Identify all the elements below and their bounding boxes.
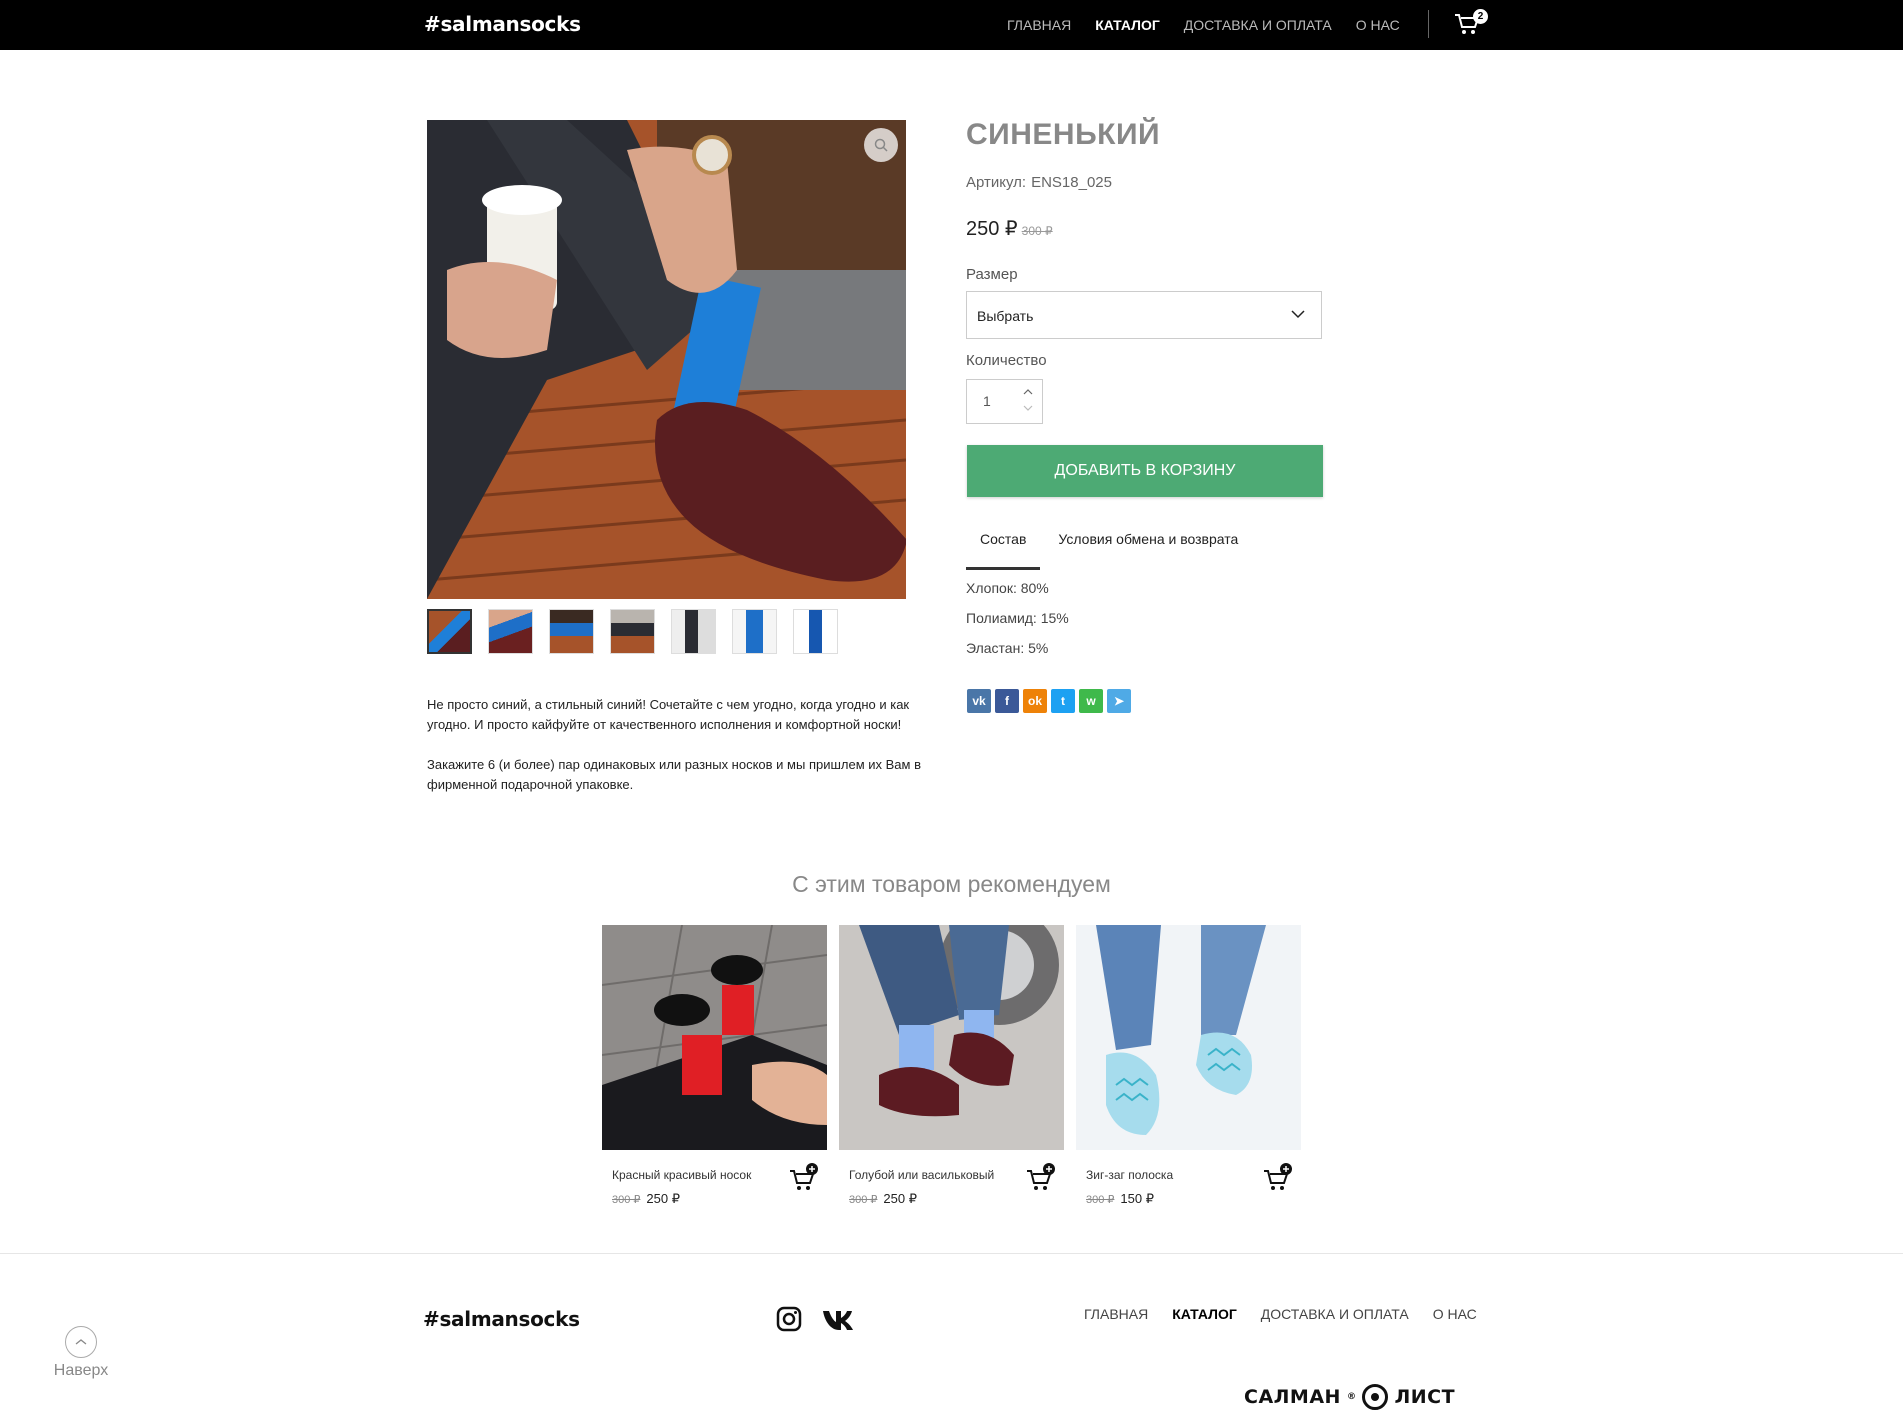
product-description: Не просто синий, а стильный синий! Сочет… [427, 695, 932, 795]
thumbnail-1[interactable] [427, 609, 472, 654]
nav-item-about[interactable]: О НАС [1356, 17, 1400, 33]
chevron-up-icon[interactable] [1022, 387, 1034, 397]
site-logo[interactable]: #salmansocks [424, 12, 581, 36]
thumbnail-3[interactable] [549, 609, 594, 654]
recommended-name[interactable]: Красный красивый носок [612, 1168, 772, 1182]
recommended-image[interactable] [602, 925, 827, 1150]
recommended-price-block: 300 ₽ 250 ₽ [849, 1191, 917, 1207]
add-to-cart-button[interactable]: ДОБАВИТЬ В КОРЗИНУ [967, 445, 1323, 497]
cart-button[interactable]: 2 [1454, 9, 1488, 38]
footer-nav-catalog[interactable]: КАТАЛОГ [1172, 1306, 1237, 1322]
thumbnail-4[interactable] [610, 609, 655, 654]
product-main-image[interactable] [427, 120, 906, 599]
odnoklassniki-icon[interactable]: ok [1023, 689, 1047, 713]
recommended-old-price: 300 ₽ [612, 1194, 641, 1206]
description-paragraph-1: Не просто синий, а стильный синий! Сочет… [427, 697, 910, 732]
nav-item-delivery[interactable]: ДОСТАВКА И ОПЛАТА [1184, 17, 1332, 33]
recommended-price-block: 300 ₽ 250 ₽ [612, 1191, 680, 1207]
chevron-up-icon [65, 1326, 97, 1358]
size-label: Размер [966, 266, 1018, 283]
chevron-down-icon [1291, 310, 1305, 319]
product-old-price: 300 ₽ [1021, 224, 1053, 238]
chevron-down-icon[interactable] [1022, 403, 1034, 413]
footer-logo[interactable]: #salmansocks [423, 1307, 580, 1331]
product-price: 250 ₽ [966, 218, 1018, 240]
facebook-icon[interactable]: f [995, 689, 1019, 713]
recommended-card: Зиг-заг полоска 300 ₽ 150 ₽ [1076, 925, 1301, 1206]
telegram-icon[interactable]: ➤ [1107, 689, 1131, 713]
registered-mark-icon: ® [1346, 1392, 1357, 1402]
zoom-button[interactable] [864, 128, 898, 162]
footer-nav: ГЛАВНАЯ КАТАЛОГ ДОСТАВКА И ОПЛАТА О НАС [1084, 1306, 1477, 1322]
recommended-title: С этим товаром рекомендуем [792, 871, 1111, 897]
description-paragraph-2: Закажите 6 (и более) пар одинаковых или … [427, 757, 921, 792]
size-select-value: Выбрать [977, 308, 1034, 324]
recommended-name[interactable]: Голубой или васильковый [849, 1168, 1009, 1182]
recommended-card: Красный красивый носок 300 ₽ 250 ₽ [602, 925, 827, 1206]
footer-nav-home[interactable]: ГЛАВНАЯ [1084, 1306, 1148, 1322]
footer-divider [0, 1253, 1903, 1254]
product-price-block: 250 ₽300 ₽ [966, 216, 1053, 241]
add-to-cart-icon[interactable] [1026, 1163, 1056, 1193]
tab-exchange-returns[interactable]: Условия обмена и возврата [1040, 528, 1252, 570]
composition-polyamide: Полиамид: 15% [966, 610, 1069, 626]
vk-icon[interactable]: vk [967, 689, 991, 713]
quantity-stepper[interactable]: 1 [966, 379, 1043, 424]
social-share-buttons: vk f ok t w ➤ [967, 689, 1131, 713]
recommended-name[interactable]: Зиг-заг полоска [1086, 1168, 1246, 1182]
thumbnail-5[interactable] [671, 609, 716, 654]
product-tabs: Состав Условия обмена и возврата [966, 528, 1252, 570]
recommended-price: 250 ₽ [646, 1191, 680, 1206]
recommended-old-price: 300 ₽ [849, 1194, 878, 1206]
product-title: СИНЕНЬКИЙ [966, 118, 1161, 151]
recommended-image[interactable] [1076, 925, 1301, 1150]
recommended-price: 250 ₽ [883, 1191, 917, 1206]
cart-count-badge: 2 [1473, 9, 1488, 24]
product-photo [427, 120, 906, 599]
main-nav: ГЛАВНАЯ КАТАЛОГ ДОСТАВКА И ОПЛАТА О НАС [1007, 17, 1400, 33]
footer-nav-about[interactable]: О НАС [1433, 1306, 1477, 1322]
product-sku: Артикул: ENS18_025 [966, 174, 1112, 191]
thumbnail-strip [427, 609, 838, 654]
recommended-card: Голубой или васильковый 300 ₽ 250 ₽ [839, 925, 1064, 1206]
sku-value: ENS18_025 [1031, 174, 1112, 191]
site-header: #salmansocks ГЛАВНАЯ КАТАЛОГ ДОСТАВКА И … [0, 0, 1903, 50]
size-select[interactable]: Выбрать [966, 291, 1322, 339]
thumbnail-7[interactable] [793, 609, 838, 654]
tab-composition[interactable]: Состав [966, 528, 1041, 570]
header-divider [1428, 10, 1429, 38]
vk-icon[interactable] [822, 1308, 856, 1330]
back-to-top-label: Наверх [53, 1362, 109, 1379]
twitter-icon[interactable]: t [1051, 689, 1075, 713]
add-to-cart-icon[interactable] [789, 1163, 819, 1193]
recommended-old-price: 300 ₽ [1086, 1194, 1115, 1206]
back-to-top-button[interactable]: Наверх [48, 1326, 114, 1380]
thumbnail-6[interactable] [732, 609, 777, 654]
brand-left-text: САЛМАН [1244, 1386, 1341, 1408]
magnifier-icon [874, 138, 888, 152]
nav-item-catalog[interactable]: КАТАЛОГ [1095, 17, 1160, 33]
quantity-label: Количество [966, 352, 1047, 369]
composition-cotton: Хлопок: 80% [966, 580, 1049, 596]
footer-nav-delivery[interactable]: ДОСТАВКА И ОПЛАТА [1261, 1306, 1409, 1322]
add-to-cart-icon[interactable] [1263, 1163, 1293, 1193]
instagram-icon[interactable] [776, 1306, 802, 1332]
whatsapp-icon[interactable]: w [1079, 689, 1103, 713]
developer-brand-logo[interactable]: САЛМАН ® ЛИСТ [1244, 1384, 1455, 1410]
nav-item-home[interactable]: ГЛАВНАЯ [1007, 17, 1071, 33]
composition-elastane: Эластан: 5% [966, 640, 1049, 656]
recommended-image[interactable] [839, 925, 1064, 1150]
thumbnail-2[interactable] [488, 609, 533, 654]
recommended-price: 150 ₽ [1120, 1191, 1154, 1206]
quantity-value: 1 [983, 393, 991, 409]
sku-label: Артикул: [966, 174, 1027, 191]
recommended-price-block: 300 ₽ 150 ₽ [1086, 1191, 1154, 1207]
brand-circle-icon [1362, 1384, 1389, 1410]
brand-right-text: ЛИСТ [1394, 1386, 1456, 1408]
